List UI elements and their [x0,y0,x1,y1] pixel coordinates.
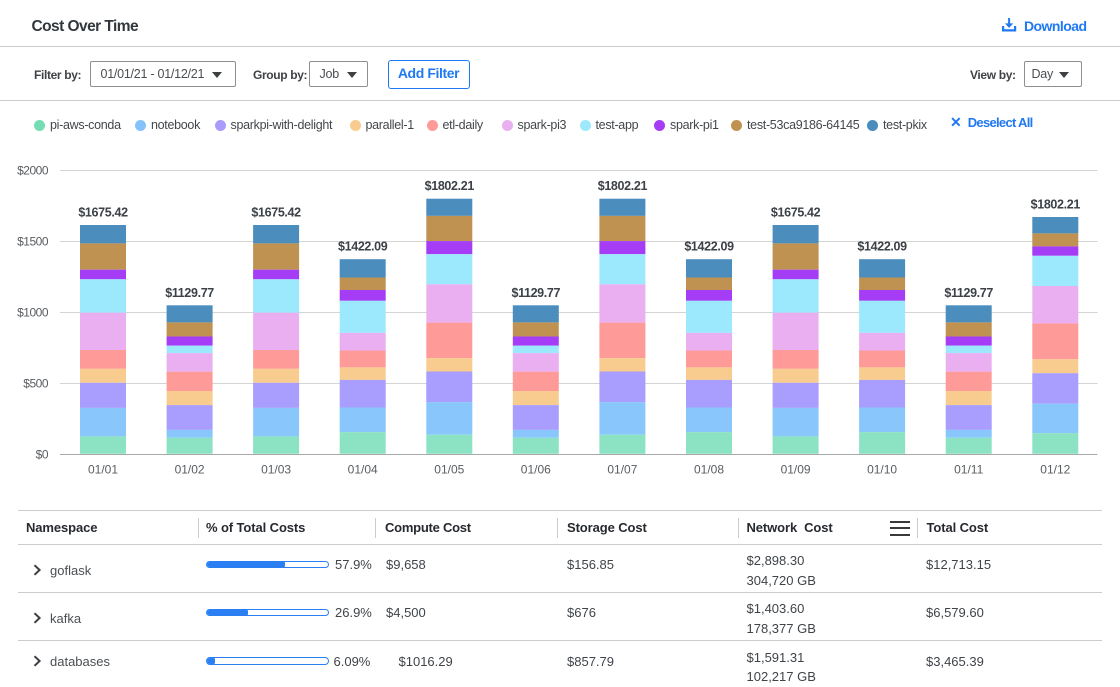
svg-text:$2000: $2000 [17,164,49,178]
svg-text:$1802.21: $1802.21 [425,179,475,193]
svg-text:$1422.09: $1422.09 [338,240,388,254]
svg-text:$1500: $1500 [17,235,49,249]
svg-text:01/03: 01/03 [261,463,291,477]
svg-text:$1675.42: $1675.42 [78,206,128,220]
svg-text:$1129.77: $1129.77 [165,286,214,300]
svg-text:$1802.21: $1802.21 [598,179,648,193]
svg-text:$1802.21: $1802.21 [1031,198,1081,212]
svg-text:01/04: 01/04 [348,463,378,477]
svg-text:01/05: 01/05 [434,463,464,477]
svg-text:01/02: 01/02 [175,463,205,477]
svg-text:01/11: 01/11 [954,463,983,477]
svg-text:01/10: 01/10 [867,463,897,477]
svg-text:$1422.09: $1422.09 [684,240,734,254]
svg-text:01/06: 01/06 [521,463,551,477]
svg-text:01/07: 01/07 [607,463,637,477]
svg-text:01/01: 01/01 [88,463,118,477]
svg-text:$1422.09: $1422.09 [857,240,907,254]
svg-text:$1000: $1000 [17,306,49,320]
svg-text:01/09: 01/09 [781,463,811,477]
svg-text:$1129.77: $1129.77 [511,286,560,300]
svg-text:$1129.77: $1129.77 [944,286,993,300]
svg-text:$1675.42: $1675.42 [251,206,301,220]
svg-text:$500: $500 [23,377,49,391]
svg-text:$1675.42: $1675.42 [771,206,821,220]
svg-text:01/12: 01/12 [1040,463,1070,477]
svg-text:$0: $0 [36,448,49,462]
svg-text:01/08: 01/08 [694,463,724,477]
